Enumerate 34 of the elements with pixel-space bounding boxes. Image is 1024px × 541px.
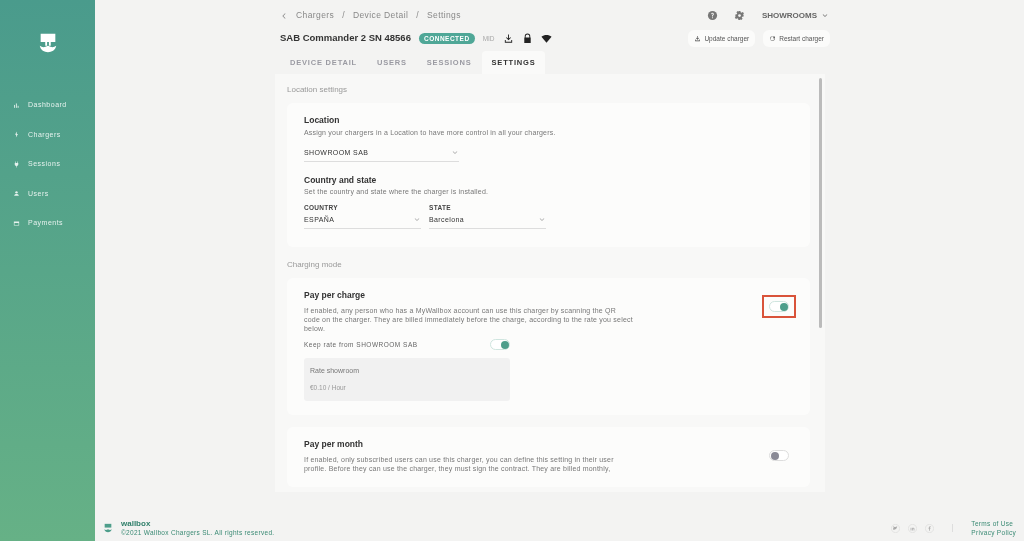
section-heading: Charging mode	[287, 258, 343, 271]
card-title: Location	[304, 114, 341, 127]
plug-icon	[13, 160, 20, 168]
charger-title: SAB Commander 2 SN 48566	[280, 31, 411, 46]
twitter-icon	[891, 523, 901, 533]
lightning-icon	[13, 131, 20, 139]
back-icon	[280, 11, 288, 20]
wifi-icon	[540, 33, 552, 44]
account-menu[interactable]: SHOWROOMS	[760, 8, 830, 23]
breadcrumb-link[interactable]: Settings	[427, 9, 461, 22]
facebook-icon	[925, 523, 935, 533]
brand-name: wallbox	[121, 518, 152, 528]
toggle-switch[interactable]	[490, 339, 510, 351]
download-icon	[502, 33, 514, 44]
section-heading: Location settings	[287, 84, 349, 97]
logo-icon	[103, 522, 113, 534]
help-icon	[706, 10, 718, 21]
card-title: Pay per month	[304, 437, 365, 451]
download-icon	[694, 35, 702, 42]
breadcrumb-separator: /	[342, 9, 345, 22]
linkedin-icon	[908, 523, 918, 533]
settings-icon	[733, 10, 745, 21]
card-title: Pay per charge	[304, 288, 366, 302]
toggle-switch[interactable]	[769, 300, 789, 312]
card-title: Country and state	[304, 173, 378, 187]
breadcrumb-link[interactable]: Chargers	[296, 9, 335, 22]
refresh-icon	[769, 35, 777, 42]
toggle-switch[interactable]	[769, 449, 789, 461]
breadcrumb-link[interactable]: Device Detail	[352, 9, 409, 22]
user-icon	[13, 190, 20, 198]
card-icon	[13, 219, 20, 227]
lock-icon	[521, 33, 533, 44]
breadcrumb-separator: /	[416, 9, 419, 22]
bar-chart-icon	[13, 101, 20, 109]
